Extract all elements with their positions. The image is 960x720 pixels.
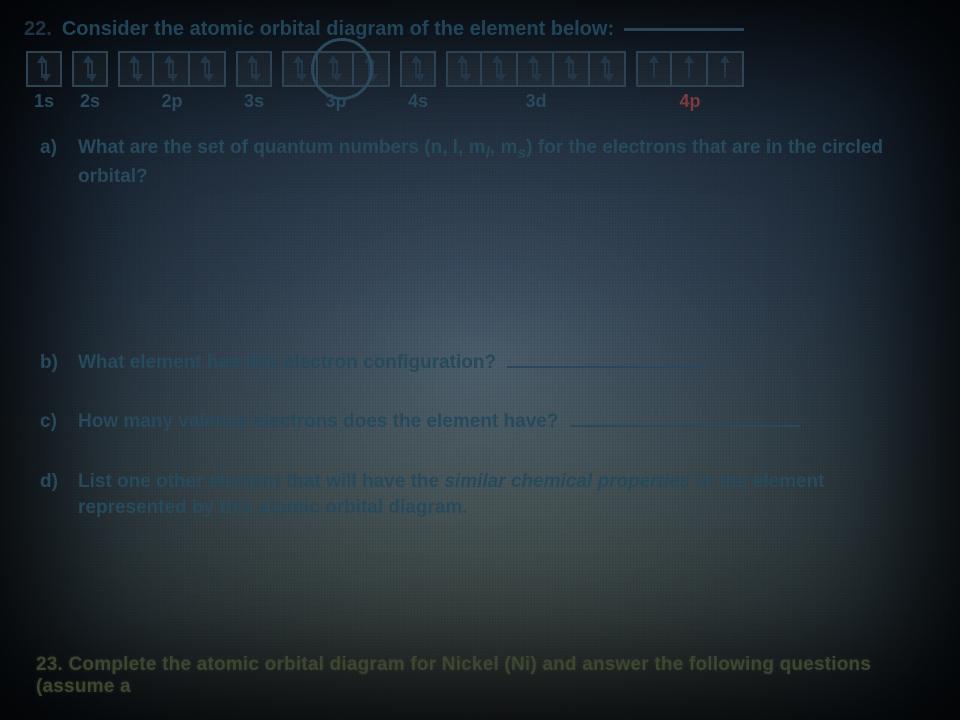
orbital-boxes-4s: [400, 51, 436, 87]
orbital-box: [318, 51, 354, 87]
orbital-boxes-2s: [72, 51, 108, 87]
orbital-box: [518, 51, 554, 87]
orbital-boxes-3d: [446, 51, 626, 87]
orbital-box: [672, 51, 708, 87]
orbital-diagram: 1s 2s 2p 3s 3p 4s 3d 4p: [26, 51, 936, 113]
orbital-group-3p: 3p: [282, 51, 390, 113]
subquestion-a-text: What are the set of quantum numbers (n, …: [78, 135, 936, 190]
orbital-boxes-4p: [636, 51, 744, 87]
subquestion-b: b) What element has this electron config…: [40, 350, 936, 376]
orbital-boxes-2p: [118, 51, 226, 87]
subquestion-c-text: How many valence electrons does the elem…: [78, 409, 936, 435]
orbital-box: [554, 51, 590, 87]
orbital-label-1s: 1s: [34, 91, 54, 113]
orbital-group-4p: 4p: [636, 51, 744, 113]
orbital-box: [446, 51, 482, 87]
orbital-group-3d: 3d: [446, 51, 626, 113]
orbital-label-3p: 3p: [325, 91, 346, 113]
subquestion-c-letter: c): [40, 409, 64, 435]
orbital-group-3s: 3s: [236, 51, 272, 113]
orbital-label-3d: 3d: [525, 91, 546, 113]
answer-blank-b[interactable]: [507, 366, 707, 368]
orbital-box: [118, 51, 154, 87]
orbital-group-2p: 2p: [118, 51, 226, 113]
question-22-title-row: 22. Consider the atomic orbital diagram …: [24, 18, 936, 41]
question-23-partial: 23. Complete the atomic orbital diagram …: [36, 654, 946, 698]
orbital-box: [590, 51, 626, 87]
subquestion-a: a) What are the set of quantum numbers (…: [40, 135, 936, 190]
orbital-label-2s: 2s: [80, 91, 100, 113]
orbital-box: [154, 51, 190, 87]
subquestion-d: d) List one other element that will have…: [40, 469, 936, 520]
orbital-boxes-3p: [282, 51, 390, 87]
question-title: Consider the atomic orbital diagram of t…: [62, 18, 614, 41]
orbital-label-2p: 2p: [161, 91, 182, 113]
orbital-box: [482, 51, 518, 87]
title-blank-line: [624, 28, 744, 31]
orbital-label-3s: 3s: [244, 91, 264, 113]
orbital-box: [282, 51, 318, 87]
subquestion-d-letter: d): [40, 469, 64, 520]
question-number: 22.: [24, 18, 52, 41]
orbital-box: [26, 51, 62, 87]
subquestion-d-text: List one other element that will have th…: [78, 469, 936, 520]
orbital-box: [236, 51, 272, 87]
orbital-group-2s: 2s: [72, 51, 108, 113]
subquestion-b-letter: b): [40, 350, 64, 376]
orbital-box: [72, 51, 108, 87]
orbital-boxes-3s: [236, 51, 272, 87]
orbital-label-4s: 4s: [408, 91, 428, 113]
orbital-box: [636, 51, 672, 87]
orbital-box: [354, 51, 390, 87]
orbital-box: [190, 51, 226, 87]
subquestion-c: c) How many valence electrons does the e…: [40, 409, 936, 435]
orbital-box: [708, 51, 744, 87]
orbital-boxes-1s: [26, 51, 62, 87]
orbital-label-4p: 4p: [679, 91, 700, 113]
orbital-group-4s: 4s: [400, 51, 436, 113]
orbital-group-1s: 1s: [26, 51, 62, 113]
orbital-box: [400, 51, 436, 87]
answer-blank-c[interactable]: [570, 425, 800, 427]
subquestion-b-text: What element has this electron configura…: [78, 350, 936, 376]
subquestion-a-letter: a): [40, 135, 64, 190]
